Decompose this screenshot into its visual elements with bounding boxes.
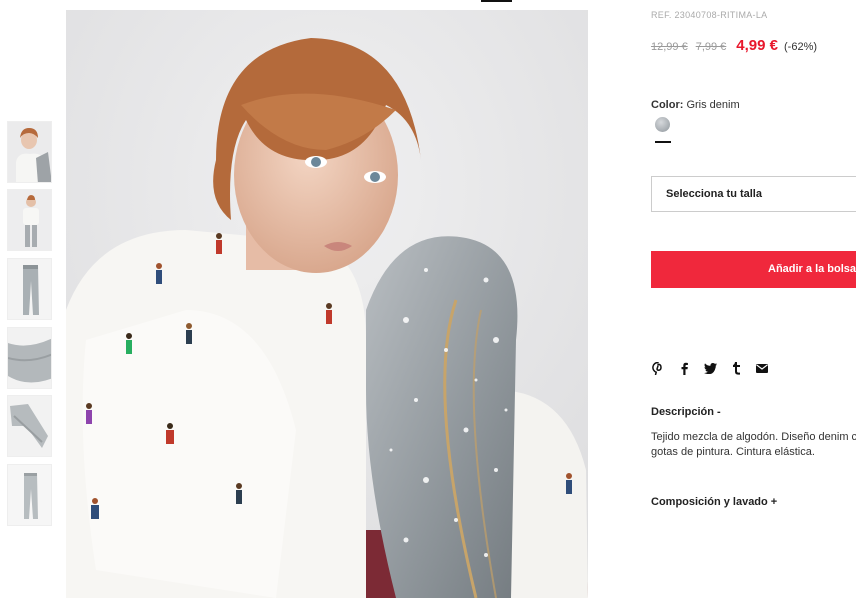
mail-icon[interactable] bbox=[755, 361, 769, 375]
thumbnail-4[interactable] bbox=[7, 327, 52, 389]
composition-toggle[interactable]: Composición y lavado + bbox=[651, 496, 777, 508]
thumbnail-3[interactable] bbox=[7, 258, 52, 320]
color-label: Color: Gris denim bbox=[651, 99, 740, 111]
thumbnail-1[interactable] bbox=[7, 121, 52, 183]
facebook-icon[interactable] bbox=[677, 361, 691, 375]
color-label-key: Color: bbox=[651, 99, 684, 111]
description-toggle[interactable]: Descripción - bbox=[651, 406, 721, 418]
color-swatch-gris-denim[interactable] bbox=[655, 117, 670, 132]
discount-badge: (-62%) bbox=[784, 41, 818, 53]
active-tab-indicator bbox=[481, 0, 512, 2]
price-previous: 7,99 € bbox=[695, 41, 727, 53]
thumbnail-2[interactable] bbox=[7, 189, 52, 251]
main-product-image[interactable] bbox=[66, 10, 588, 598]
price-original: 12,99 € bbox=[651, 41, 688, 53]
add-to-bag-button[interactable]: Añadir a la bolsa bbox=[651, 251, 856, 288]
description-text: Tejido mezcla de algodón. Diseño denim c… bbox=[651, 431, 856, 458]
size-select[interactable]: Selecciona tu talla bbox=[651, 176, 856, 212]
price-row: 12,99 € 7,99 € 4,99 € (-62%) bbox=[651, 37, 817, 55]
thumbnail-5[interactable] bbox=[7, 395, 52, 457]
color-value: Gris denim bbox=[686, 99, 740, 111]
product-info-panel: REF. 23040708-RITIMA-LA 12,99 € 7,99 € 4,9… bbox=[651, 0, 856, 598]
share-icons bbox=[651, 361, 769, 375]
tumblr-icon[interactable] bbox=[729, 361, 743, 375]
selected-swatch-indicator bbox=[655, 141, 671, 143]
product-reference: REF. 23040708-RITIMA-LA bbox=[651, 10, 768, 20]
pinterest-icon[interactable] bbox=[651, 361, 665, 375]
thumbnail-6[interactable] bbox=[7, 464, 52, 526]
twitter-icon[interactable] bbox=[703, 361, 717, 375]
price-current: 4,99 € bbox=[736, 37, 779, 54]
